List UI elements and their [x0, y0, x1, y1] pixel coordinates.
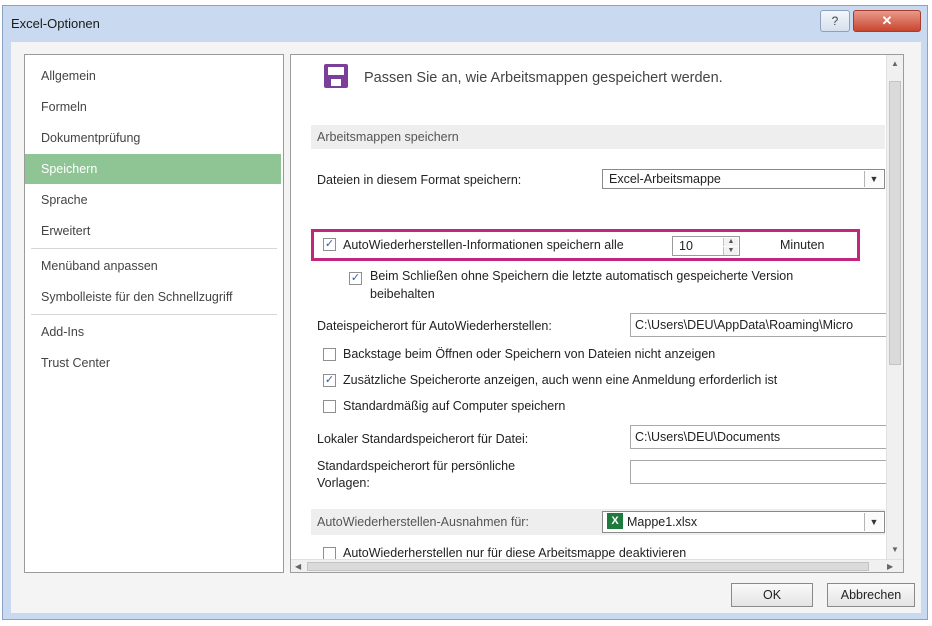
sidebar-item-schnellzugriff[interactable]: Symbolleiste für den Schnellzugriff: [25, 282, 281, 312]
sidebar-item-allgemein[interactable]: Allgemein: [25, 61, 281, 91]
save-to-computer-checkbox[interactable]: [323, 400, 336, 413]
ok-button[interactable]: OK: [731, 583, 813, 607]
autorecover-location-input[interactable]: C:\Users\DEU\AppData\Roaming\Micro: [630, 313, 896, 337]
scroll-up-icon[interactable]: ▲: [891, 59, 899, 68]
spin-down-icon[interactable]: ▼: [723, 247, 738, 255]
help-icon: ?: [831, 14, 839, 28]
help-button[interactable]: ?: [820, 10, 850, 32]
horizontal-scrollbar[interactable]: ◀ ▶: [291, 559, 903, 572]
additional-locations-label: Zusätzliche Speicherorte anzeigen, auch …: [343, 373, 778, 387]
additional-locations-checkbox[interactable]: ✓: [323, 374, 336, 387]
section-header-save: Arbeitsmappen speichern: [311, 125, 885, 149]
spin-up-icon[interactable]: ▲: [723, 238, 738, 246]
section-title: AutoWiederherstellen-Ausnahmen für:: [317, 515, 529, 529]
sidebar-item-sprache[interactable]: Sprache: [25, 185, 281, 215]
horizontal-scroll-thumb[interactable]: [307, 562, 869, 571]
local-location-value: C:\Users\DEU\Documents: [635, 430, 781, 444]
page-title: Passen Sie an, wie Arbeitsmappen gespeic…: [364, 70, 723, 86]
title-bar: Excel-Optionen ? ✕: [3, 6, 927, 40]
format-label: Dateien in diesem Format speichern:: [317, 173, 522, 187]
window-title: Excel-Optionen: [11, 16, 100, 31]
section-title: Arbeitsmappen speichern: [317, 130, 459, 144]
sidebar-item-speichern[interactable]: Speichern: [25, 154, 281, 184]
sidebar-item-formeln[interactable]: Formeln: [25, 92, 281, 122]
templates-location-input[interactable]: [630, 460, 896, 484]
dialog-client: Allgemein Formeln Dokumentprüfung Speich…: [11, 42, 921, 613]
sidebar-item-menueband[interactable]: Menüband anpassen: [25, 251, 281, 281]
autorecover-location-label: Dateispeicherort für AutoWiederherstelle…: [317, 319, 552, 333]
excel-file-icon: X: [607, 513, 623, 529]
templates-label-cont: Vorlagen:: [317, 476, 370, 490]
checkmark-icon: ✓: [324, 374, 335, 386]
keep-version-checkbox[interactable]: ✓: [349, 272, 362, 285]
close-icon: ✕: [881, 13, 893, 28]
vertical-scroll-thumb[interactable]: [889, 81, 901, 365]
sidebar-item-add-ins[interactable]: Add-Ins: [25, 317, 281, 347]
minutes-value: 10: [679, 239, 693, 253]
exceptions-workbook-select[interactable]: Mappe1.xlsx ▼: [602, 511, 885, 533]
cancel-button[interactable]: Abbrechen: [827, 583, 915, 607]
checkmark-icon: ✓: [324, 238, 335, 250]
save-disk-icon: [324, 64, 348, 88]
autorecover-location-value: C:\Users\DEU\AppData\Roaming\Micro: [635, 318, 854, 332]
sidebar-item-erweitert[interactable]: Erweitert: [25, 216, 281, 246]
save-to-computer-label: Standardmäßig auf Computer speichern: [343, 399, 566, 413]
scroll-left-icon[interactable]: ◀: [295, 562, 301, 571]
local-location-label: Lokaler Standardspeicherort für Datei:: [317, 432, 529, 446]
sidebar-divider: [31, 314, 277, 315]
keep-version-label: Beim Schließen ohne Speichern die letzte…: [370, 269, 794, 283]
chevron-down-icon[interactable]: ▼: [864, 171, 883, 187]
disable-autorecover-label: AutoWiederherstellen nur für diese Arbei…: [343, 546, 687, 560]
scroll-down-icon[interactable]: ▼: [891, 545, 899, 554]
vertical-scrollbar[interactable]: ▲ ▼: [886, 55, 903, 559]
sidebar-divider: [31, 248, 277, 249]
templates-label: Standardspeicherort für persönliche: [317, 459, 516, 473]
minutes-label: Minuten: [780, 238, 825, 252]
chevron-down-icon[interactable]: ▼: [864, 513, 883, 531]
keep-version-label-cont: beibehalten: [370, 287, 435, 301]
sidebar-item-dokumentpruefung[interactable]: Dokumentprüfung: [25, 123, 281, 153]
autorecover-checkbox[interactable]: ✓: [323, 238, 336, 251]
format-select[interactable]: Excel-Arbeitsmappe ▼: [602, 169, 885, 189]
category-sidebar: Allgemein Formeln Dokumentprüfung Speich…: [24, 54, 284, 573]
exceptions-workbook-value: Mappe1.xlsx: [627, 515, 698, 529]
close-button[interactable]: ✕: [853, 10, 921, 32]
scroll-right-icon[interactable]: ▶: [887, 562, 893, 571]
sidebar-item-trust-center[interactable]: Trust Center: [25, 348, 281, 378]
options-dialog: Excel-Optionen ? ✕ Allgemein Formeln Dok…: [2, 5, 928, 620]
backstage-label: Backstage beim Öffnen oder Speichern von…: [343, 347, 716, 361]
backstage-checkbox[interactable]: [323, 348, 336, 361]
autorecover-label: AutoWiederherstellen-Informationen speic…: [343, 238, 624, 252]
settings-panel: Passen Sie an, wie Arbeitsmappen gespeic…: [290, 54, 904, 573]
checkmark-icon: ✓: [350, 272, 361, 284]
format-select-value: Excel-Arbeitsmappe: [609, 172, 721, 186]
local-location-input[interactable]: C:\Users\DEU\Documents: [630, 425, 896, 449]
autorecover-minutes-spinner[interactable]: 10 ▲ ▼: [672, 236, 740, 256]
